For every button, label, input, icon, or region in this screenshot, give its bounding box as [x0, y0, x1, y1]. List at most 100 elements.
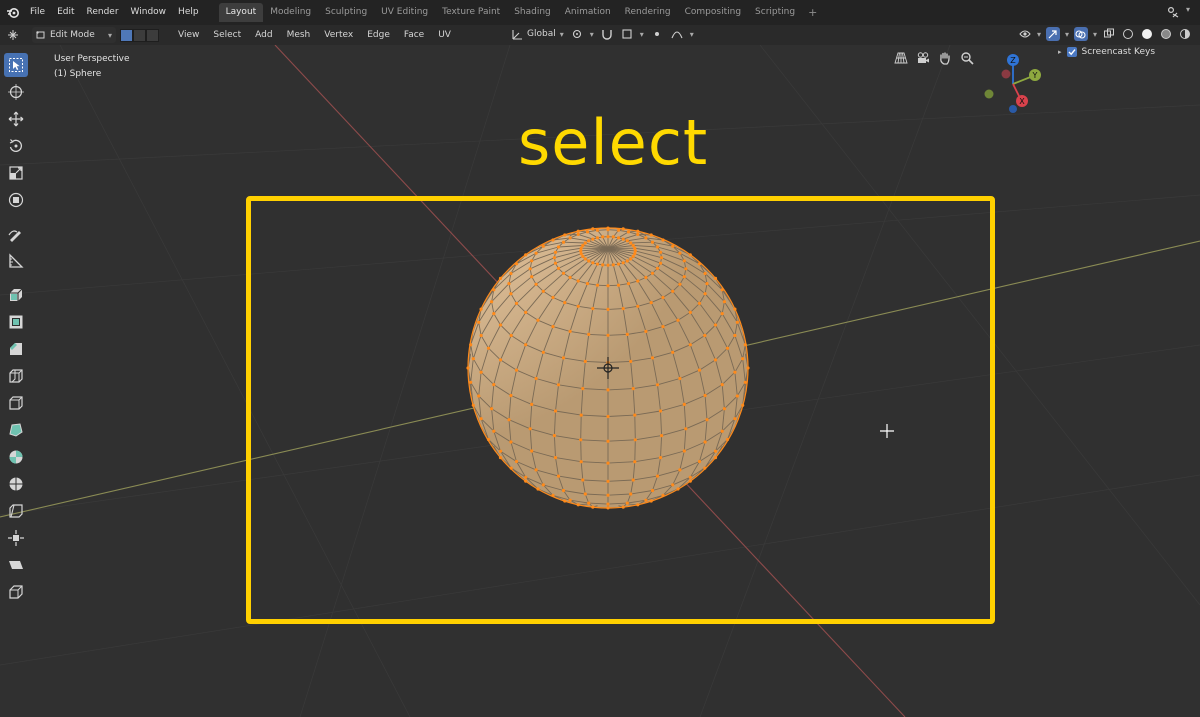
tab-modeling[interactable]: Modeling: [263, 3, 318, 22]
menu-view[interactable]: View: [171, 30, 206, 40]
blender-logo-icon[interactable]: [2, 0, 24, 25]
header-menu: View Select Add Mesh Vertex Edge Face UV: [171, 30, 458, 40]
editor-type-icon[interactable]: [6, 28, 20, 42]
xray-toggle-icon[interactable]: [1102, 27, 1116, 41]
3d-viewport[interactable]: User Perspective (1) Sphere Z Y X ▸ Scre…: [0, 45, 1200, 717]
mode-label: Edit Mode: [50, 30, 95, 40]
panel-expand-icon[interactable]: ▸: [1058, 48, 1062, 56]
tab-layout[interactable]: Layout: [218, 3, 264, 22]
visibility-icon[interactable]: [1018, 27, 1032, 41]
camera-view-icon[interactable]: [916, 51, 930, 65]
shading-solid-icon[interactable]: [1140, 27, 1154, 41]
shrink-fatten-icon[interactable]: [4, 526, 28, 550]
navigation-controls: [894, 51, 974, 65]
inset-icon[interactable]: [4, 310, 28, 334]
snap-icon[interactable]: [600, 27, 614, 41]
scene-icon[interactable]: [1166, 5, 1180, 19]
main-menu: File Edit Render Window Help: [24, 0, 205, 25]
shading-wireframe-icon[interactable]: [1121, 27, 1135, 41]
top-menu-bar: File Edit Render Window Help Layout Mode…: [0, 0, 1200, 25]
menu-add[interactable]: Add: [248, 30, 279, 40]
pivot-point-icon[interactable]: [570, 27, 584, 41]
tab-scripting[interactable]: Scripting: [748, 3, 802, 22]
vertex-select-icon[interactable]: [120, 28, 133, 42]
annotate-icon[interactable]: [4, 222, 28, 246]
edit-mode-icon: [36, 31, 45, 39]
transform-orientation-selector[interactable]: Global ▾: [512, 29, 564, 40]
tab-texture-paint[interactable]: Texture Paint: [435, 3, 507, 22]
gizmo-toggle-icon[interactable]: [1045, 27, 1060, 41]
orientation-chevron-icon: ▾: [559, 29, 564, 39]
tab-compositing[interactable]: Compositing: [678, 3, 748, 22]
axis-gizmo[interactable]: Z Y X: [982, 53, 1046, 113]
add-workspace-button[interactable]: +: [802, 6, 823, 19]
scale-icon[interactable]: [4, 161, 28, 185]
loop-cut-icon[interactable]: [4, 364, 28, 388]
screencast-keys-checkbox[interactable]: [1066, 47, 1077, 57]
overlays-chevron-icon[interactable]: ▾: [1093, 30, 1097, 39]
menu-window[interactable]: Window: [125, 0, 173, 25]
shading-material-icon[interactable]: [1159, 27, 1173, 41]
overlay-select-label: select: [518, 106, 709, 179]
extrude-icon[interactable]: [4, 283, 28, 307]
uv-sphere-mesh[interactable]: [460, 220, 756, 516]
menu-select[interactable]: Select: [206, 30, 248, 40]
tool-shelf: [4, 53, 30, 604]
header-right-icons: ▾ ▾ ▾: [1018, 27, 1192, 41]
screencast-keys-panel: ▸ Screencast Keys: [1058, 47, 1155, 57]
menu-help[interactable]: Help: [172, 0, 205, 25]
select-box-icon[interactable]: [4, 53, 28, 77]
menu-uv[interactable]: UV: [431, 30, 458, 40]
tab-shading[interactable]: Shading: [507, 3, 558, 22]
edge-slide-icon[interactable]: [4, 499, 28, 523]
snap-target-icon[interactable]: [620, 27, 634, 41]
menu-edge[interactable]: Edge: [360, 30, 397, 40]
select-mode-group: [120, 28, 159, 42]
mode-selector[interactable]: Edit Mode ▾: [32, 27, 116, 43]
face-select-icon[interactable]: [146, 28, 159, 42]
knife-icon[interactable]: [4, 391, 28, 415]
mode-chevron-icon: ▾: [107, 30, 112, 40]
pan-hand-icon[interactable]: [938, 51, 952, 65]
menu-edit[interactable]: Edit: [51, 0, 80, 25]
zoom-magnifier-icon[interactable]: [960, 51, 974, 65]
menu-face[interactable]: Face: [397, 30, 431, 40]
tab-rendering[interactable]: Rendering: [618, 3, 678, 22]
neg-z-axis-icon: [1009, 105, 1017, 113]
measure-icon[interactable]: [4, 249, 28, 273]
poly-build-icon[interactable]: [4, 418, 28, 442]
transform-controls: Global ▾ ▾ ▾ ▾: [512, 27, 694, 41]
visibility-chevron-icon[interactable]: ▾: [1037, 30, 1041, 39]
perspective-toggle-icon[interactable]: [894, 51, 908, 65]
overlays-toggle-icon[interactable]: [1073, 27, 1088, 41]
transform-icon[interactable]: [4, 188, 28, 212]
tab-animation[interactable]: Animation: [558, 3, 618, 22]
move-icon[interactable]: [4, 107, 28, 131]
scene-dropdown-chevron-icon[interactable]: ▾: [1186, 5, 1190, 19]
menu-render[interactable]: Render: [81, 0, 125, 25]
snap-chevron-icon[interactable]: ▾: [640, 30, 644, 39]
tab-sculpting[interactable]: Sculpting: [318, 3, 374, 22]
proportional-edit-icon[interactable]: [650, 27, 664, 41]
neg-y-axis-icon: [984, 89, 994, 99]
falloff-chevron-icon[interactable]: ▾: [690, 30, 694, 39]
menu-vertex[interactable]: Vertex: [317, 30, 360, 40]
svg-text:Z: Z: [1010, 56, 1016, 65]
gizmo-chevron-icon[interactable]: ▾: [1065, 30, 1069, 39]
menu-mesh[interactable]: Mesh: [280, 30, 318, 40]
cursor-icon[interactable]: [4, 80, 28, 104]
pivot-chevron-icon[interactable]: ▾: [590, 30, 594, 39]
edge-select-icon[interactable]: [133, 28, 146, 42]
bevel-icon[interactable]: [4, 337, 28, 361]
shading-rendered-icon[interactable]: [1178, 27, 1192, 41]
rip-icon[interactable]: [4, 580, 28, 604]
menu-file[interactable]: File: [24, 0, 51, 25]
rotate-icon[interactable]: [4, 134, 28, 158]
viewport-info: User Perspective (1) Sphere: [54, 52, 130, 82]
smooth-icon[interactable]: [4, 472, 28, 496]
svg-text:Y: Y: [1032, 71, 1038, 80]
shear-icon[interactable]: [4, 553, 28, 577]
spin-icon[interactable]: [4, 445, 28, 469]
falloff-icon[interactable]: [670, 27, 684, 41]
tab-uv-editing[interactable]: UV Editing: [374, 3, 435, 22]
